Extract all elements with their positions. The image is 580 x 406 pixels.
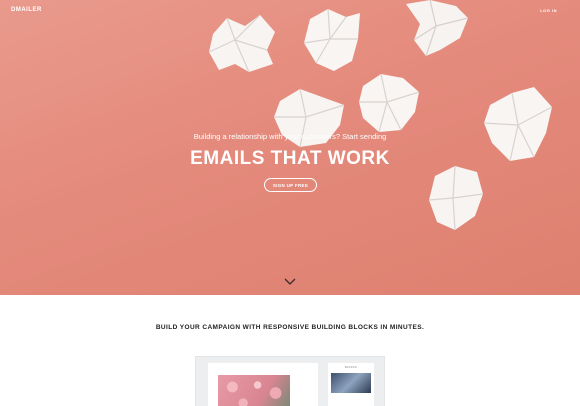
crumpled-paper-image (406, 0, 469, 57)
blocks-panel: BLOCKS (328, 363, 374, 406)
sign-up-button[interactable]: SIGN UP FREE (264, 178, 317, 192)
blocks-panel-label: BLOCKS (345, 366, 357, 369)
chevron-down-icon[interactable] (284, 278, 296, 286)
crumpled-paper-image (303, 8, 360, 71)
features-title: BUILD YOUR CAMPAIGN WITH RESPONSIVE BUIL… (155, 324, 425, 331)
login-link[interactable]: LOG IN (540, 8, 557, 13)
crumpled-paper-image (428, 165, 484, 231)
hero-section: DMAILER LOG IN Building a relationship w… (0, 0, 580, 295)
hero-headline: EMAILS THAT WORK (190, 148, 390, 169)
crumpled-paper-image (208, 14, 275, 73)
editor-preview: BLOCKS (195, 356, 385, 406)
flower-image (218, 375, 290, 406)
hero-tagline: Building a relationship with your custom… (193, 132, 387, 141)
crumpled-paper-image (359, 73, 420, 133)
block-thumbnail (331, 373, 371, 393)
email-canvas (208, 363, 318, 406)
brand-logo[interactable]: DMAILER (11, 7, 42, 13)
